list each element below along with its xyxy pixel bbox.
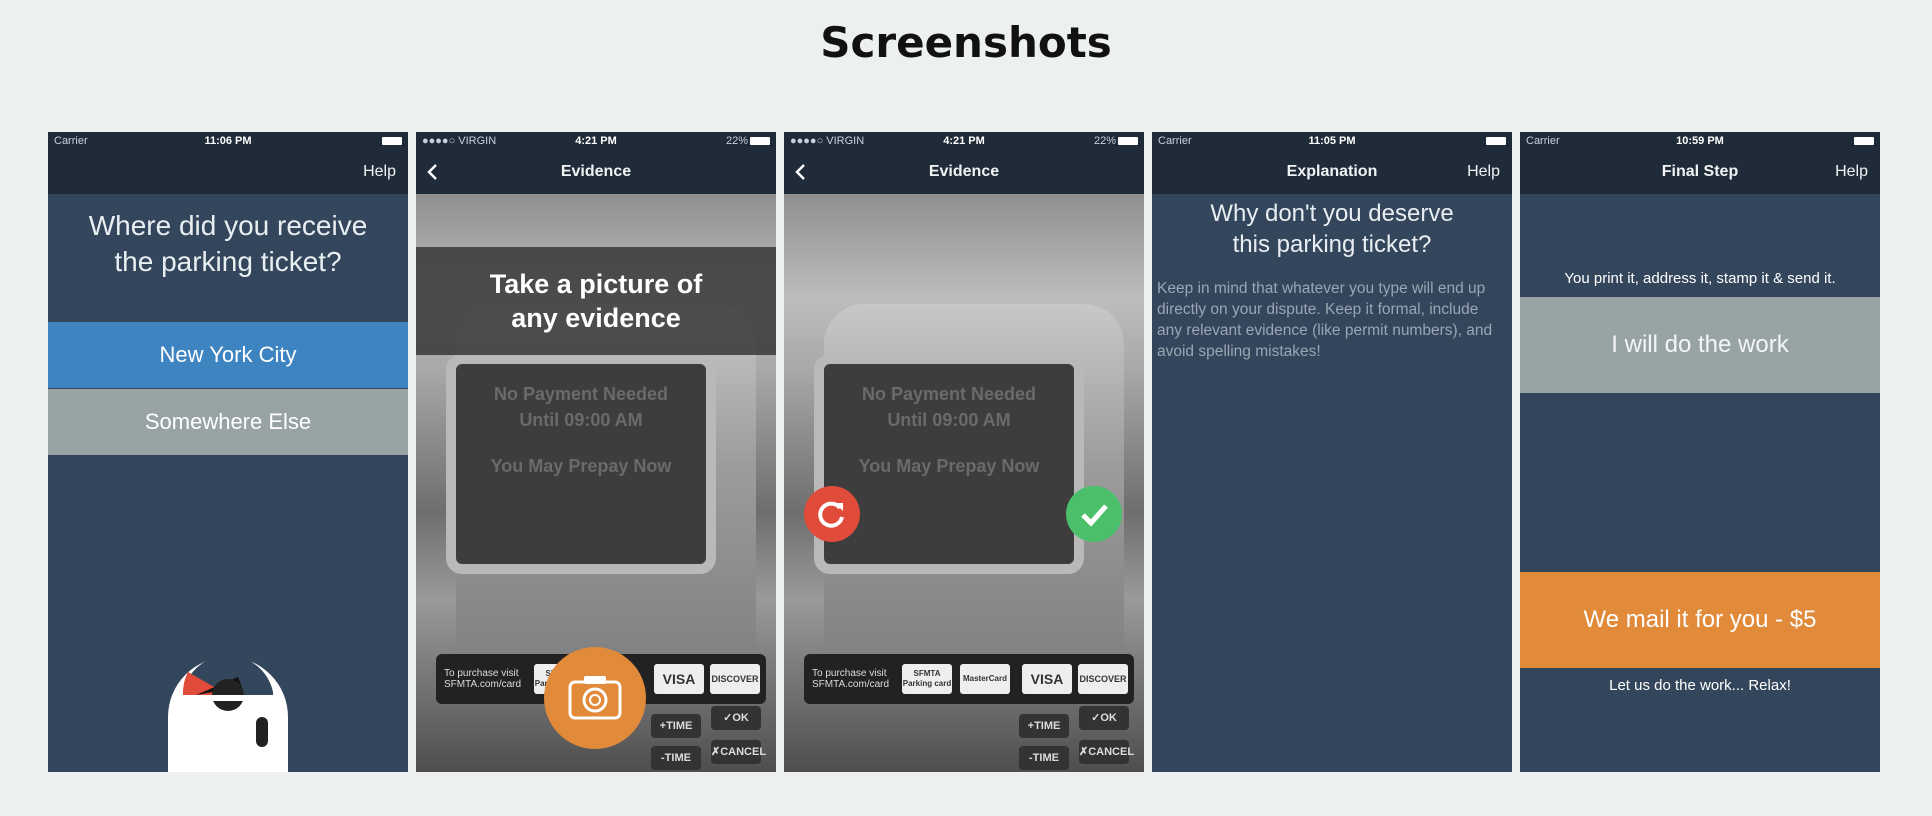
- clock: 11:06 PM: [204, 135, 252, 147]
- card-label: To purchase visit SFMTA.com/card: [444, 668, 521, 690]
- nav-title: Explanation: [1286, 163, 1378, 180]
- card-strip: To purchase visit SFMTA.com/card SFMTA P…: [804, 654, 1134, 704]
- card-logo: MasterCard: [960, 664, 1010, 694]
- meter-keys: +TIME ✓OK -TIME ✗CANCEL: [1019, 706, 1139, 772]
- camera-button[interactable]: [544, 647, 646, 749]
- card-logo: SFMTA Parking card: [902, 664, 952, 694]
- help-button[interactable]: Help: [1835, 163, 1868, 181]
- retake-icon: [818, 501, 844, 528]
- option-do-the-work[interactable]: I will do the work: [1520, 297, 1880, 393]
- confirm-button[interactable]: [1066, 486, 1122, 542]
- retake-button[interactable]: [804, 486, 860, 542]
- question-line: Why don't you deserve: [1210, 200, 1454, 227]
- question-line: the parking ticket?: [114, 246, 342, 277]
- screenshot-gallery: Carrier 11:06 PM Help Where did you rece…: [48, 132, 1880, 772]
- clock: 4:21 PM: [575, 135, 617, 147]
- status-bar: ●●●●○ VIRGIN 4:21 PM 22%: [784, 132, 1144, 150]
- status-bar: Carrier 10:59 PM: [1520, 132, 1880, 150]
- battery-icon: [382, 137, 402, 145]
- card-logo: DISCOVER: [710, 664, 760, 694]
- status-bar: Carrier 11:06 PM: [48, 132, 408, 150]
- option-somewhere-else[interactable]: Somewhere Else: [48, 389, 408, 455]
- clock: 10:59 PM: [1676, 135, 1724, 147]
- meter-key: +TIME: [1019, 714, 1069, 738]
- clock: 11:05 PM: [1308, 135, 1356, 147]
- question-heading: Why don't you deserve this parking ticke…: [1152, 198, 1512, 260]
- battery-icon: [750, 137, 770, 145]
- question-heading: Where did you receive the parking ticket…: [48, 208, 408, 280]
- navbar: Help: [48, 150, 408, 194]
- card-label-line: To purchase visit: [812, 668, 887, 679]
- nav-title: Evidence: [560, 163, 632, 180]
- screen-text: Until 09:00 AM: [887, 410, 1011, 430]
- footer-text: Let us do the work... Relax!: [1609, 677, 1791, 694]
- card-label-line: SFMTA.com/card: [444, 679, 522, 690]
- card-label: To purchase visit SFMTA.com/card: [812, 668, 889, 690]
- meter-key: -TIME: [1019, 746, 1069, 770]
- parking-meter-icon: [168, 655, 288, 772]
- confirm-check-icon: [1081, 504, 1108, 527]
- battery-percent: 22%: [1093, 135, 1116, 147]
- option-new-york-city[interactable]: New York City: [48, 322, 408, 388]
- screen-evidence-review: No Payment Needed Until 09:00 AM You May…: [784, 132, 1144, 772]
- card-logo: DISCOVER: [1078, 664, 1128, 694]
- navbar: Final Step Help: [1520, 150, 1880, 194]
- battery-icon: [1486, 137, 1506, 145]
- instruction-line: any evidence: [511, 303, 681, 333]
- screen-text: Until 09:00 AM: [519, 410, 643, 430]
- camera-icon: [568, 676, 622, 720]
- battery-percent: 22%: [725, 135, 748, 147]
- screen-text: You May Prepay Now: [858, 456, 1040, 476]
- question-line: this parking ticket?: [1232, 231, 1432, 258]
- screen-evidence-capture: No Payment Needed Until 09:00 AM You May…: [416, 132, 776, 772]
- option-mail-for-you[interactable]: We mail it for you - $5: [1520, 572, 1880, 668]
- help-button[interactable]: Help: [1467, 163, 1500, 181]
- screen-final-step: Carrier 10:59 PM Final Step Help You pri…: [1520, 132, 1880, 772]
- status-bar: Carrier 11:05 PM: [1152, 132, 1512, 150]
- instruction-overlay: Take a picture of any evidence: [416, 247, 776, 355]
- navbar: Evidence: [416, 150, 776, 194]
- card-logo: VISA: [654, 664, 704, 694]
- intro-text: You print it, address it, stamp it & sen…: [1564, 270, 1836, 287]
- screen-text: No Payment Needed: [861, 384, 1037, 404]
- nav-title: Final Step: [1661, 163, 1739, 180]
- card-logo: VISA: [1022, 664, 1072, 694]
- question-line: Where did you receive: [88, 210, 368, 241]
- evidence-photo: No Payment Needed Until 09:00 AM You May…: [784, 194, 1144, 772]
- battery-icon: [1118, 137, 1138, 145]
- page-title: Screenshots: [820, 18, 1112, 67]
- nav-title: Evidence: [928, 163, 1000, 180]
- explanation-input[interactable]: Keep in mind that whatever you type will…: [1157, 278, 1504, 362]
- meter-key: -TIME: [651, 746, 701, 770]
- screen-location: Carrier 11:06 PM Help Where did you rece…: [48, 132, 408, 772]
- meter-key: ✓OK: [711, 706, 761, 730]
- meter-key: +TIME: [651, 714, 701, 738]
- screen-explanation: Carrier 11:05 PM Explanation Help Why do…: [1152, 132, 1512, 772]
- status-bar: ●●●●○ VIRGIN 4:21 PM 22%: [416, 132, 776, 150]
- navbar: Explanation Help: [1152, 150, 1512, 194]
- screen-text: No Payment Needed: [493, 384, 669, 404]
- screen-text: You May Prepay Now: [490, 456, 672, 476]
- meter-keys: +TIME ✓OK -TIME ✗CANCEL: [651, 706, 771, 772]
- meter-key: ✗CANCEL: [1079, 740, 1134, 764]
- meter-key: ✓OK: [1079, 706, 1129, 730]
- battery-icon: [1854, 137, 1874, 145]
- card-label-line: To purchase visit: [444, 668, 519, 679]
- clock: 4:21 PM: [943, 135, 985, 147]
- card-label-line: SFMTA.com/card: [812, 679, 890, 690]
- meter-screen: No Payment Needed Until 09:00 AM You May…: [446, 354, 716, 574]
- meter-key: ✗CANCEL: [711, 740, 766, 764]
- help-button[interactable]: Help: [363, 163, 396, 181]
- navbar: Evidence: [784, 150, 1144, 194]
- instruction-line: Take a picture of: [489, 269, 703, 299]
